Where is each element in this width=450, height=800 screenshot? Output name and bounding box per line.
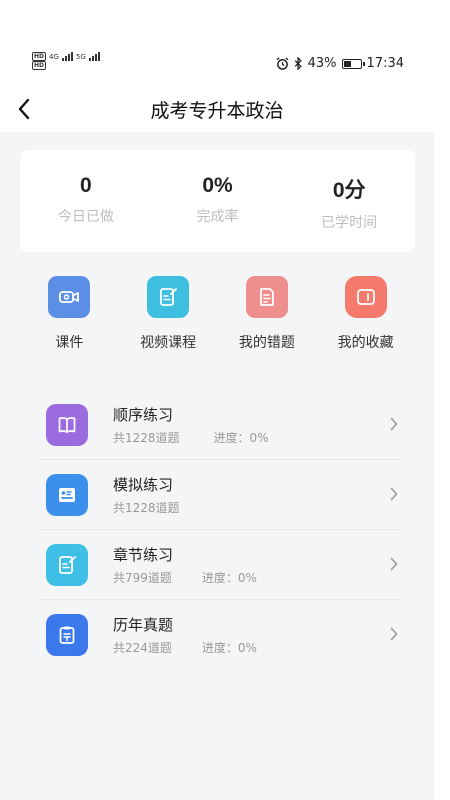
question-count: 共799道题 (113, 570, 172, 585)
shortcut-label: 我的收藏 (337, 335, 394, 351)
battery-percent: 43% (307, 56, 337, 71)
header: 成考专升本政治 (0, 90, 434, 132)
clipboard-icon (46, 614, 88, 656)
signal-icon (88, 52, 100, 61)
stats-card: 0 今日已做 0% 完成率 0分 已学时间 (20, 150, 415, 252)
shortcut-courseware[interactable]: 课件 (20, 276, 119, 366)
status-right: 43% 17:34 (276, 56, 404, 71)
stat-label: 完成率 (196, 209, 239, 225)
shortcut-favorites[interactable]: 我的收藏 (316, 276, 415, 366)
item-title: 模拟练习 (113, 475, 174, 494)
hd-badge: HD (32, 52, 47, 61)
signal-icon (61, 52, 73, 61)
progress-text: 进度：0% (201, 641, 257, 655)
shortcut-label: 视频课程 (140, 335, 197, 351)
shortcut-video-courses[interactable]: 视频课程 (119, 276, 218, 366)
question-count: 共224道题 (113, 641, 172, 655)
signal-group: HD 4G 5G HD (32, 52, 100, 70)
stat-value: 0 (79, 174, 92, 197)
page-title: 成考专升本政治 (150, 100, 284, 122)
stat-value: 0% (202, 174, 233, 197)
stat-study-time: 0分 已学时间 (283, 150, 415, 252)
stat-value: 0分 (332, 179, 366, 202)
network-type: 5G (75, 52, 86, 61)
chevron-right-icon (390, 417, 398, 431)
wallet-icon (344, 276, 387, 318)
app-screen: HD 4G 5G HD 43% 17:34 成考专升本政治 0 今日已做 0% … (0, 38, 434, 800)
shortcut-label: 课件 (55, 335, 84, 351)
stat-label: 今日已做 (57, 209, 114, 225)
shortcut-grid: 课件 视频课程 我的错题 我的收藏 (20, 276, 415, 366)
video-camera-icon (48, 276, 91, 318)
id-card-icon (46, 473, 88, 516)
list-item-sequential-practice[interactable]: 顺序练习 共1228道题 进度：0% (38, 390, 400, 460)
network-type: 4G (49, 52, 59, 61)
list-item-mock-practice[interactable]: 模拟练习 共1228道题 (38, 460, 400, 530)
item-title: 顺序练习 (113, 405, 174, 424)
question-count: 共1228道题 (113, 430, 180, 445)
alarm-icon (276, 57, 289, 70)
progress-text: 进度：0% (213, 430, 269, 445)
stat-label: 已学时间 (321, 215, 378, 231)
battery-fill (343, 60, 352, 67)
chevron-right-icon (390, 487, 398, 501)
stat-today-done: 0 今日已做 (20, 150, 152, 252)
document-icon (245, 276, 288, 318)
practice-list: 顺序练习 共1228道题 进度：0% 模拟练习 共1228道题 章节练习 共79… (38, 390, 400, 670)
shortcut-wrong-questions[interactable]: 我的错题 (218, 276, 317, 366)
progress-text: 进度：0% (201, 570, 257, 585)
stat-completion-rate: 0% 完成率 (152, 150, 284, 252)
edit-document-icon (46, 543, 88, 586)
book-icon (46, 403, 88, 446)
edit-document-icon (147, 276, 190, 318)
shortcut-label: 我的错题 (238, 335, 295, 351)
bluetooth-icon (294, 57, 302, 70)
list-item-chapter-practice[interactable]: 章节练习 共799道题 进度：0% (38, 530, 400, 600)
clock: 17:34 (366, 56, 404, 71)
hd-badge: HD (32, 61, 47, 70)
item-title: 章节练习 (113, 545, 174, 564)
item-title: 历年真题 (113, 616, 174, 634)
battery-icon (341, 58, 365, 69)
status-bar: HD 4G 5G HD 43% 17:34 (0, 38, 434, 90)
chevron-right-icon (390, 557, 398, 571)
list-item-past-exams[interactable]: 历年真题 共224道题 进度：0% (38, 600, 400, 670)
question-count: 共1228道题 (113, 500, 180, 515)
chevron-right-icon (390, 627, 398, 641)
